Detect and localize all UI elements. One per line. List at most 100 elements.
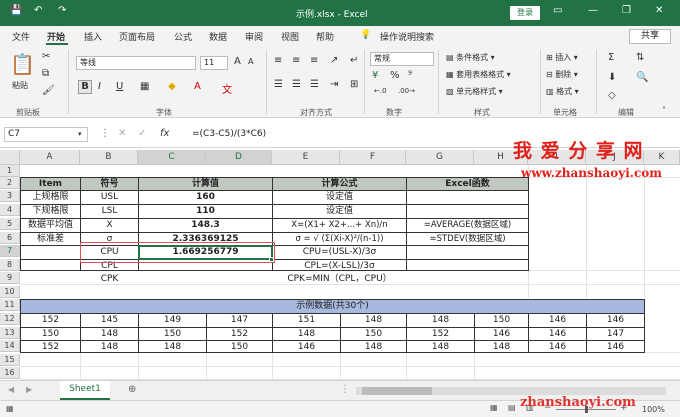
header-value[interactable]: 计算值 [139,178,272,190]
sample-cell[interactable]: 146 [529,328,586,340]
header-excel[interactable]: Excel函数 [407,178,528,190]
cell-value[interactable]: 110 [139,205,272,217]
conditional-format-button[interactable]: ▤ 条件格式 ▾ [446,52,495,63]
tab-view[interactable]: 视图 [281,30,299,43]
cell-styles-button[interactable]: ▧ 单元格样式 ▾ [446,86,503,97]
enter-icon[interactable]: ✓ [138,128,146,139]
tab-insert[interactable]: 插入 [84,30,102,43]
orientation-icon[interactable]: ↗ [330,55,338,66]
cell-symbol[interactable]: LSL [81,205,138,217]
cancel-icon[interactable]: ✕ [118,128,126,139]
name-box-dropdown-icon[interactable]: ▾ [78,130,82,138]
page-layout-view-icon[interactable]: ▤ [508,403,516,412]
font-size-select[interactable]: 11 [200,56,228,70]
cell-excel[interactable]: =STDEV(数据区域) [407,233,528,245]
sample-cell[interactable]: 148 [475,341,528,353]
increase-decimal-icon[interactable]: ←.0 [374,87,387,95]
sample-cell[interactable]: 150 [341,328,406,340]
cell-formula[interactable]: 设定值 [273,191,406,203]
insert-function-button[interactable]: fx [160,128,169,139]
cell-formula[interactable]: 设定值 [273,205,406,217]
align-right-icon[interactable]: ☰ [310,79,319,90]
tab-file[interactable]: 文件 [12,30,30,43]
autosum-icon[interactable]: Σ [608,52,614,63]
sample-cell[interactable]: 150 [475,314,528,326]
cell-formula[interactable]: CPK=MIN（CPL，CPU） [273,273,406,285]
next-sheet-icon[interactable]: ▶ [26,385,32,394]
align-top-icon[interactable]: ≡ [274,55,282,66]
cell-item[interactable]: 下规格限 [21,205,80,217]
sample-cell[interactable]: 147 [207,314,272,326]
clear-icon[interactable]: ◇ [608,90,616,101]
sample-cell[interactable]: 148 [407,341,474,353]
minimize-icon[interactable]: — [588,5,598,16]
borders-icon[interactable]: ▦ [140,81,149,92]
percent-button[interactable]: % [390,70,400,81]
sample-cell[interactable]: 150 [21,328,80,340]
sample-cell[interactable]: 148 [341,341,406,353]
paste-icon[interactable]: 📋 [10,52,35,76]
decrease-decimal-icon[interactable]: .00→ [398,87,415,95]
sheet-tab-sheet1[interactable]: Sheet1 [60,381,110,400]
find-select-icon[interactable]: 🔍 [636,72,648,83]
paste-label[interactable]: 粘贴 [12,80,28,91]
sample-cell[interactable]: 151 [273,314,340,326]
format-as-table-button[interactable]: ▦ 套用表格格式 ▾ [446,69,511,80]
format-cells-button[interactable]: ▥ 格式 ▾ [546,86,579,97]
align-center-icon[interactable]: ☰ [292,79,301,90]
fill-color-icon[interactable]: ◆ [168,81,176,92]
sample-title[interactable]: 示例数据(共30个) [21,300,644,313]
tab-data[interactable]: 数据 [209,30,227,43]
delete-cells-button[interactable]: ⊟ 删除 ▾ [546,69,578,80]
formula-input[interactable]: =(C3-C5)/(3*C6) [192,129,266,139]
cell-formula[interactable]: X=(X1+ X2+...+ Xn)/n [273,219,406,231]
copy-icon[interactable]: ⧉ [42,68,49,79]
login-button[interactable]: 登录 [510,6,540,20]
fill-icon[interactable]: ⬇ [608,72,616,83]
tab-formulas[interactable]: 公式 [174,30,192,43]
wrap-text-icon[interactable]: ↵ [350,55,358,66]
cell-formula[interactable]: CPU=(USL-X)/3σ [273,246,406,258]
decrease-font-icon[interactable]: A [248,57,253,66]
sample-cell[interactable]: 148 [273,328,340,340]
share-button[interactable]: 共享 [629,29,671,44]
tab-home[interactable]: 开始 [47,30,65,43]
bold-button[interactable]: B [78,80,92,94]
comma-style-icon[interactable]: ⁹ [408,70,412,81]
sample-cell[interactable]: 152 [21,314,80,326]
align-middle-icon[interactable]: ≡ [292,55,300,66]
sample-cell[interactable]: 148 [139,341,206,353]
restore-icon[interactable]: ❐ [622,5,631,16]
ribbon-display-icon[interactable]: ▭ [553,5,562,16]
sample-cell[interactable]: 150 [139,328,206,340]
merge-center-icon[interactable]: ⊞ [350,79,358,90]
header-item[interactable]: Item [21,178,80,190]
italic-button[interactable]: I [98,81,101,92]
number-format-select[interactable]: 常规 [370,52,434,66]
close-icon[interactable]: ✕ [655,5,663,16]
cell-formula[interactable]: σ = √ (Σ(Xi-X)²/(n-1)) [273,233,406,245]
sample-cell[interactable]: 152 [21,341,80,353]
sample-cell[interactable]: 148 [407,314,474,326]
sample-cell[interactable]: 148 [81,341,138,353]
indent-icon[interactable]: ⇥ [330,79,338,90]
align-bottom-icon[interactable]: ≡ [310,55,318,66]
tell-me-search[interactable]: 操作说明搜索 [380,30,434,43]
sample-cell[interactable]: 148 [81,328,138,340]
cell-item[interactable]: 上规格限 [21,191,80,203]
sample-cell[interactable]: 145 [81,314,138,326]
header-formula[interactable]: 计算公式 [273,178,406,190]
sample-cell[interactable]: 146 [587,341,644,353]
cut-icon[interactable]: ✂ [42,51,50,62]
save-icon[interactable]: 💾 [10,5,22,16]
increase-font-icon[interactable]: A [234,56,241,67]
sample-cell[interactable]: 152 [407,328,474,340]
font-color-icon[interactable]: A [194,81,201,92]
name-box[interactable]: C7 [4,127,88,142]
cell-value[interactable]: 148.3 [139,219,272,231]
scrollbar-thumb[interactable] [362,387,432,395]
sample-cell[interactable]: 152 [207,328,272,340]
cell-item[interactable]: 标准差 [21,233,80,245]
redo-icon[interactable]: ↷ [58,5,66,16]
sample-cell[interactable]: 146 [529,314,586,326]
